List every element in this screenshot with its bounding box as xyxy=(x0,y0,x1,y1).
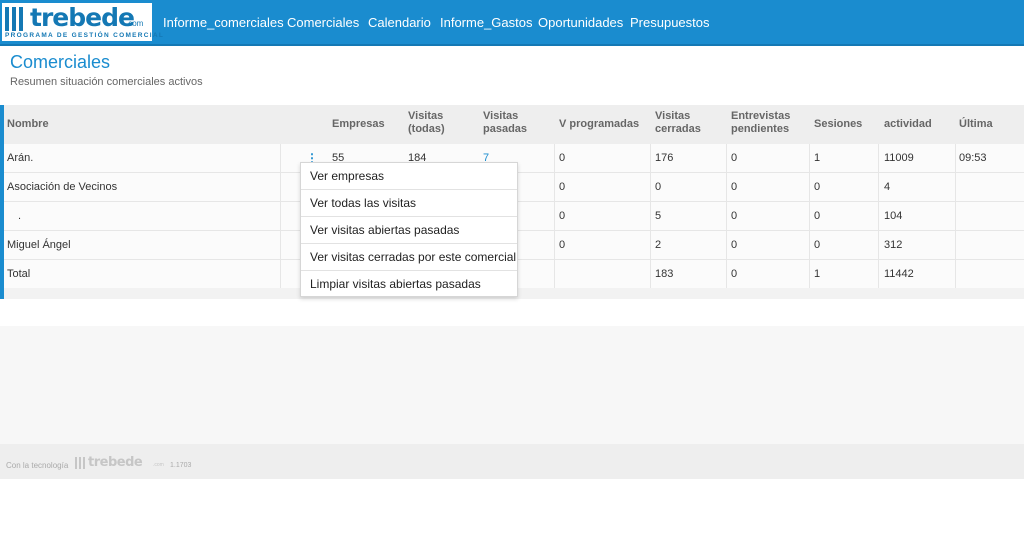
content-panel xyxy=(0,326,1024,444)
cell-v-programadas: 0 xyxy=(559,239,566,251)
col-header-actividad[interactable]: actividad xyxy=(884,118,932,131)
col-header-ultima[interactable]: Última xyxy=(959,118,993,131)
cell-sesiones: 0 xyxy=(814,210,821,222)
cell-ultima: 09:53 xyxy=(959,152,987,164)
cell-entrevistas: 0 xyxy=(731,210,738,222)
col-header-v-programadas[interactable]: V programadas xyxy=(559,118,639,131)
cell-sesiones: 1 xyxy=(814,268,821,280)
cell-v-programadas: 0 xyxy=(559,152,566,164)
cell-sesiones: 1 xyxy=(814,152,821,164)
cell-actividad: 11442 xyxy=(884,268,914,280)
footer-version: 1.1703 xyxy=(170,462,192,469)
col-header-visitas-cerradas[interactable]: Visitas cerradas xyxy=(655,110,701,136)
col-header-sesiones[interactable]: Sesiones xyxy=(814,118,862,131)
cell-v-programadas: 0 xyxy=(559,181,566,193)
logo-tagline: PROGRAMA DE GESTIÓN COMERCIAL xyxy=(5,32,165,39)
cell-sesiones: 0 xyxy=(814,239,821,251)
cell-nombre: Miguel Ángel xyxy=(7,239,71,251)
cell-actividad: 11009 xyxy=(884,152,914,164)
menu-item-ver-visitas-cerradas[interactable]: Ver visitas cerradas por este comercial xyxy=(301,244,517,271)
footer-logo-domain: .com xyxy=(153,462,164,468)
menu-item-limpiar-visitas[interactable]: Limpiar visitas abiertas pasadas xyxy=(301,271,517,298)
cell-nombre: Arán. xyxy=(7,152,34,164)
nav-calendario[interactable]: Calendario xyxy=(368,15,431,31)
top-navbar: trebede .com PROGRAMA DE GESTIÓN COMERCI… xyxy=(0,0,1024,46)
col-header-entrevistas-pendientes[interactable]: Entrevistas pendientes xyxy=(731,110,790,136)
cell-actividad: 312 xyxy=(884,239,903,251)
cell-entrevistas: 0 xyxy=(731,152,738,164)
cell-visitas-cerradas: 2 xyxy=(655,239,662,251)
col-header-visitas-todas[interactable]: Visitas (todas) xyxy=(408,110,445,136)
page-subtitle: Resumen situación comerciales activos xyxy=(10,76,203,88)
cell-actividad: 4 xyxy=(884,181,891,193)
footer-powered-by: Con la tecnología xyxy=(6,461,69,470)
col-header-empresas[interactable]: Empresas xyxy=(332,118,385,131)
cell-entrevistas: 0 xyxy=(731,181,738,193)
menu-item-ver-todas-visitas[interactable]: Ver todas las visitas xyxy=(301,190,517,217)
nav-informe-gastos[interactable]: Informe_Gastos xyxy=(440,15,533,31)
nav-informe-comerciales[interactable]: Informe_comerciales xyxy=(163,15,284,31)
col-header-visitas-pasadas[interactable]: Visitas pasadas xyxy=(483,110,527,136)
row-actions-menu: Ver empresas Ver todas las visitas Ver v… xyxy=(300,162,518,297)
cell-visitas-cerradas: 0 xyxy=(655,181,662,193)
logo-wordmark: trebede xyxy=(30,3,135,32)
cell-entrevistas: 0 xyxy=(731,268,738,280)
nav-oportunidades[interactable]: Oportunidades xyxy=(538,15,623,31)
cell-entrevistas: 0 xyxy=(731,239,738,251)
col-header-nombre[interactable]: Nombre xyxy=(7,118,49,131)
cell-nombre: . xyxy=(18,210,22,222)
footer-logo-wordmark: trebede xyxy=(88,455,143,470)
logo-domain: .com xyxy=(126,19,144,28)
nav-comerciales[interactable]: Comerciales xyxy=(287,15,359,31)
nav-presupuestos[interactable]: Presupuestos xyxy=(630,15,710,31)
cell-v-programadas: 0 xyxy=(559,210,566,222)
menu-item-ver-empresas[interactable]: Ver empresas xyxy=(301,163,517,190)
cell-sesiones: 0 xyxy=(814,181,821,193)
brand-logo[interactable]: trebede .com PROGRAMA DE GESTIÓN COMERCI… xyxy=(2,3,163,41)
cell-actividad: 104 xyxy=(884,210,903,222)
cell-visitas-cerradas: 5 xyxy=(655,210,662,222)
menu-item-ver-visitas-abiertas-pasadas[interactable]: Ver visitas abiertas pasadas xyxy=(301,217,517,244)
cell-nombre: Total xyxy=(7,268,31,280)
table-header: Nombre Empresas Visitas (todas) Visitas pa… xyxy=(4,105,1024,144)
cell-nombre: Asociación de Vecinos xyxy=(7,181,118,193)
page-title: Comerciales xyxy=(10,52,111,72)
cell-visitas-cerradas: 176 xyxy=(655,152,674,164)
cell-visitas-cerradas: 183 xyxy=(655,268,674,280)
